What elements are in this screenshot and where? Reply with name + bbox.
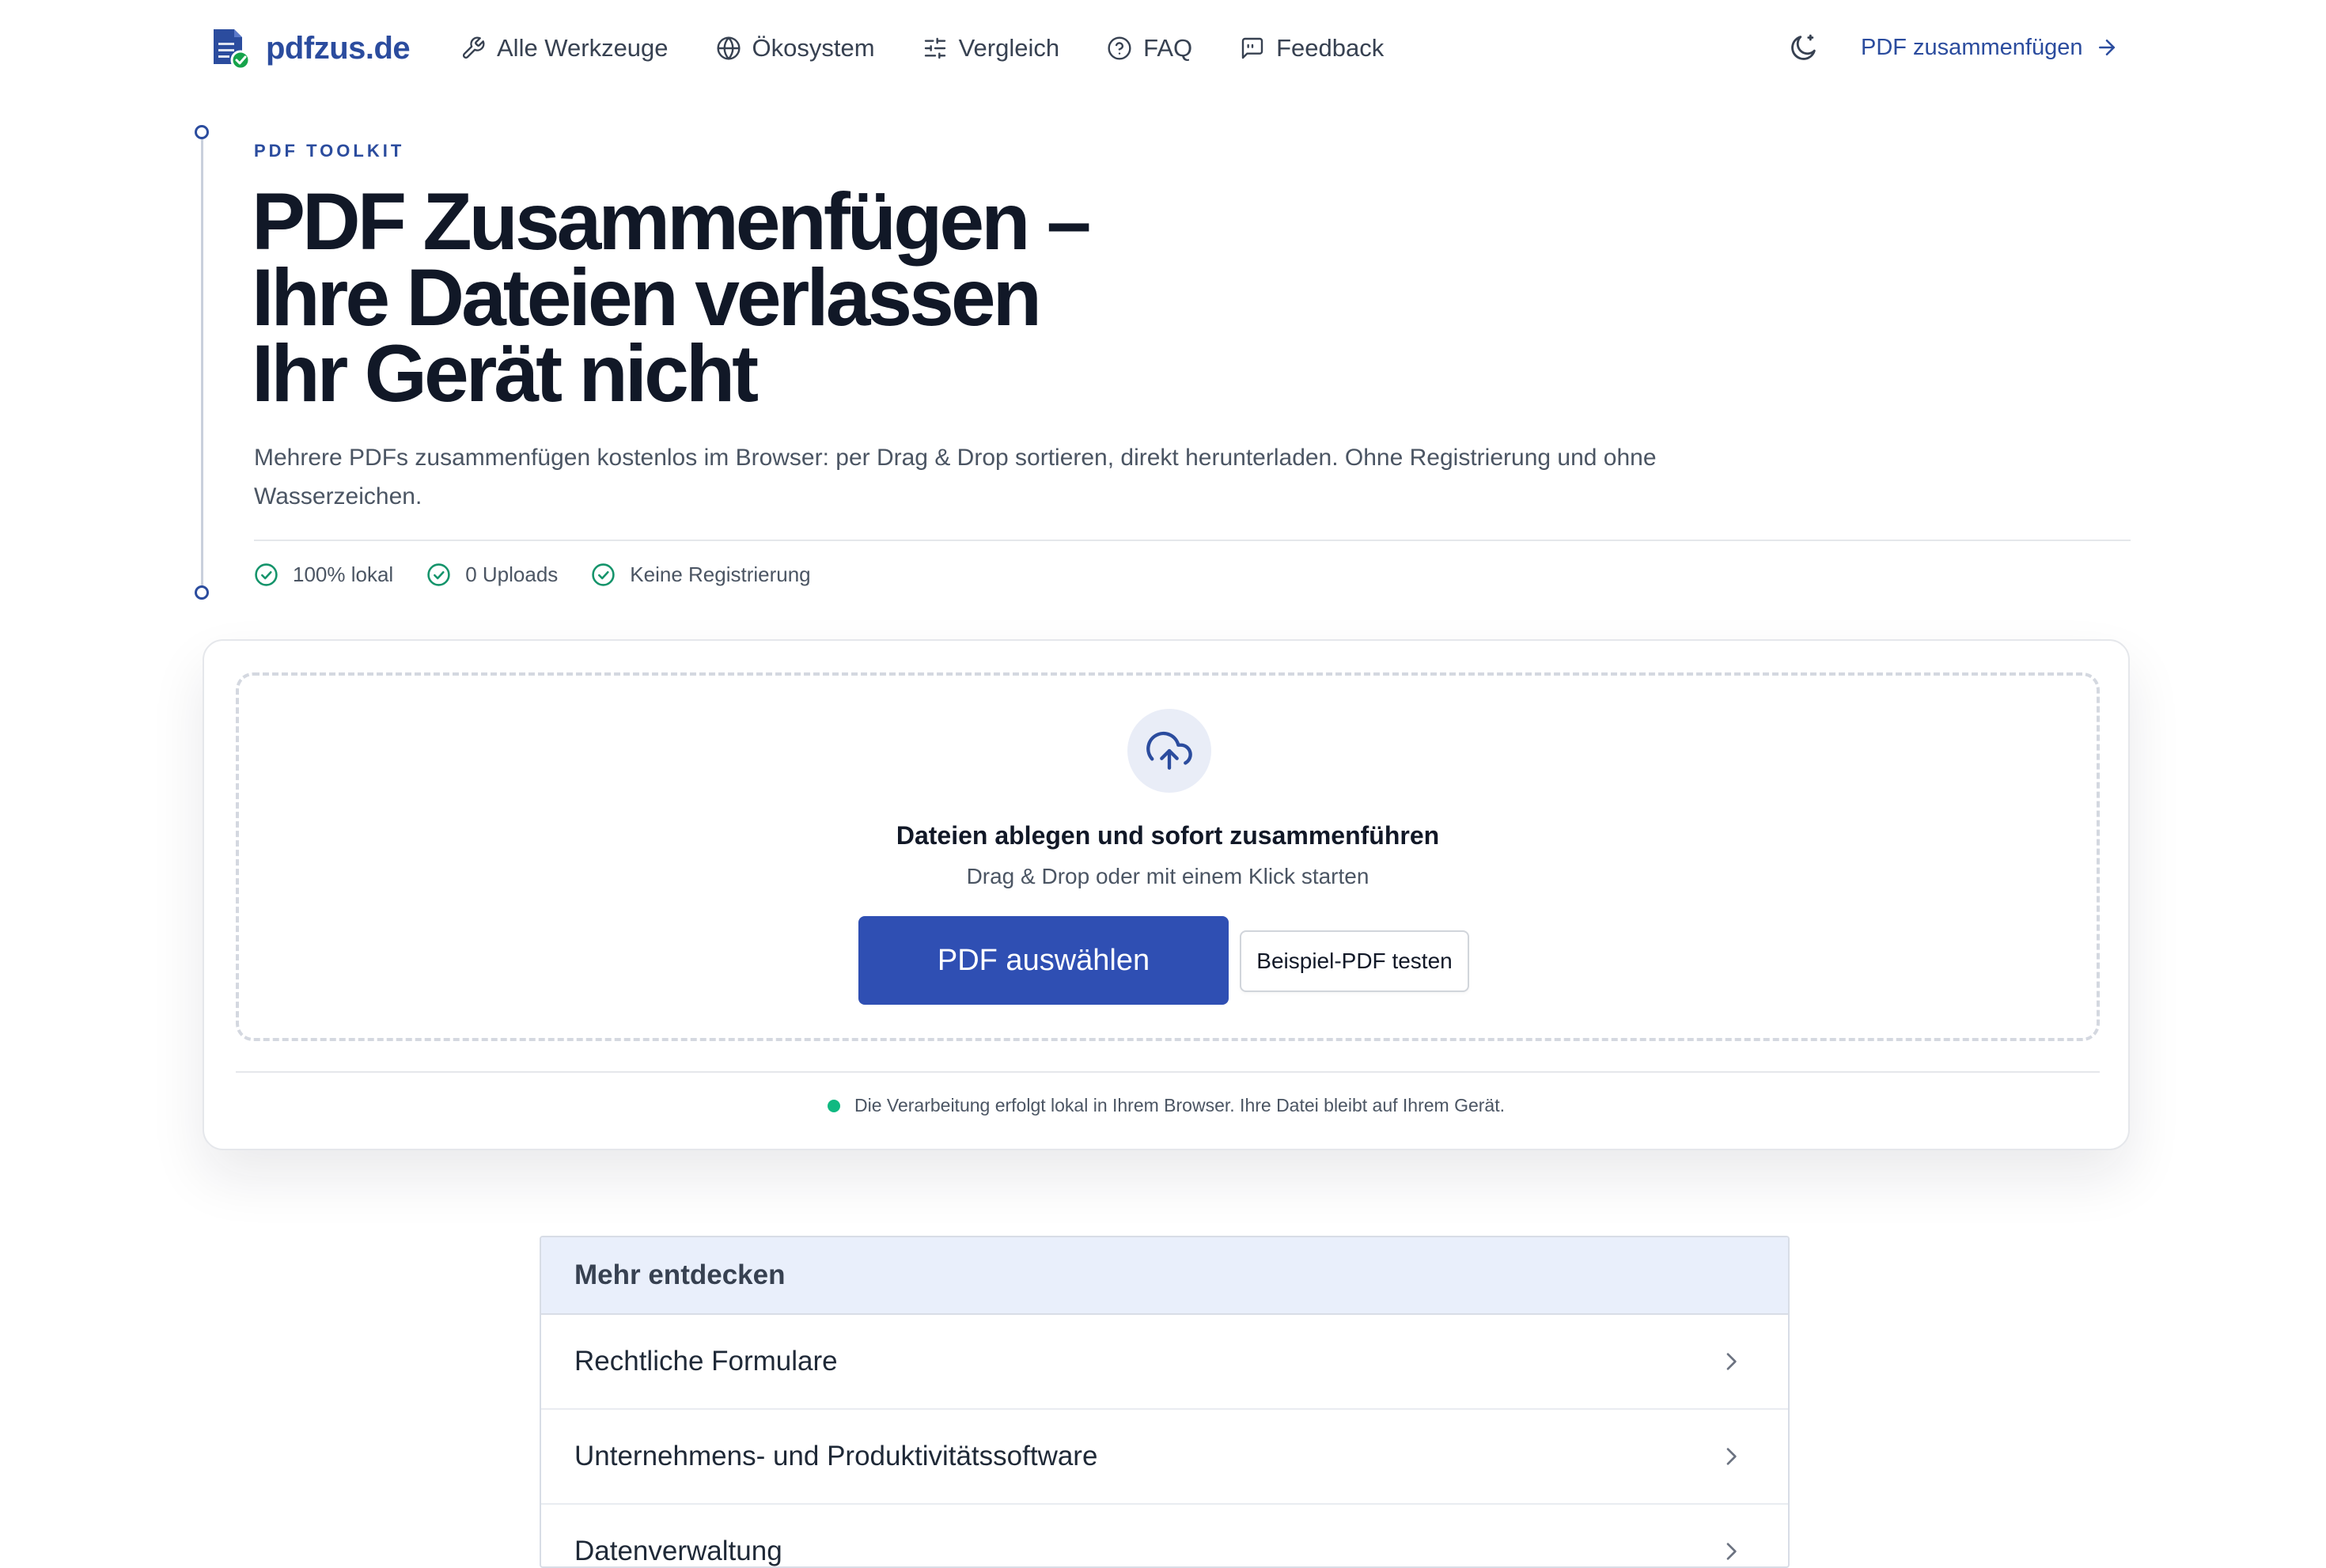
moon-icon: [1791, 34, 1816, 60]
question-circle-icon: [1108, 36, 1131, 60]
main-nav: Alle Werkzeuge Ökosystem Vergleich FAQ F…: [460, 30, 1431, 66]
nav-label: Feedback: [1276, 34, 1385, 62]
nav-item-oekosystem[interactable]: Ökosystem: [716, 30, 875, 66]
nav-item-faq[interactable]: FAQ: [1107, 30, 1192, 66]
discover-item[interactable]: Rechtliche Formulare: [541, 1315, 1788, 1410]
chevron-right-icon: [1726, 1353, 1737, 1370]
discover-panel: Mehr entdecken Rechtliche Formulare Unte…: [540, 1236, 1790, 1568]
sliders-icon: [924, 37, 945, 59]
hero-description: Mehrere PDFs zusammenfügen kostenlos im …: [254, 445, 1657, 509]
discover-item-label: Rechtliche Formulare: [574, 1346, 838, 1377]
arrow-right-icon: [2099, 40, 2116, 55]
page-title-line: Ihr Gerät nicht: [252, 328, 759, 419]
check-circle-icon: [427, 562, 450, 586]
status-dot-icon: [827, 1099, 840, 1112]
check-circle-icon: [255, 562, 278, 586]
badge-local: 100% lokal: [254, 562, 393, 587]
discover-header: Mehr entdecken: [541, 1237, 1788, 1315]
theme-toggle-button[interactable]: [1788, 32, 1820, 63]
discover-item[interactable]: Datenverwaltung: [541, 1505, 1788, 1566]
dropzone-subtitle: Drag & Drop oder mit einem Klick starten: [966, 864, 1369, 888]
chevron-right-icon: [1726, 1543, 1737, 1560]
message-square-icon: [1241, 37, 1263, 59]
page-title: PDF Zusammenfügen – Ihre Dateien verlass…: [252, 176, 1359, 419]
badge-label: 0 Uploads: [465, 562, 559, 586]
discover-title: Mehr entdecken: [574, 1259, 786, 1290]
page-title-line: PDF Zusammenfügen –: [252, 176, 1092, 267]
timeline-dot-bottom: [195, 585, 209, 600]
discover-item-label: Unternehmens- und Produktivitätssoftware: [574, 1441, 1098, 1471]
eyebrow-label: PDF TOOLKIT: [254, 141, 405, 161]
try-sample-pdf-button[interactable]: Beispiel-PDF testen: [1240, 930, 1469, 992]
nav-item-vergleich[interactable]: Vergleich: [922, 30, 1060, 66]
globe-icon: [716, 36, 741, 60]
cloud-upload-icon: [1146, 731, 1192, 770]
header-cta-label: PDF zusammenfügen: [1861, 34, 2083, 60]
nav-label: Ökosystem: [752, 34, 875, 62]
discover-item-label: Datenverwaltung: [574, 1536, 782, 1566]
dropzone-title: Dateien ablegen und sofort zusammenführe…: [896, 821, 1440, 850]
badge-registration: Keine Registrierung: [591, 562, 811, 587]
wrench-icon: [462, 36, 485, 59]
privacy-note: Die Verarbeitung erfolgt lokal in Ihrem …: [204, 1095, 2128, 1116]
card-divider: [236, 1071, 2100, 1073]
discover-item[interactable]: Unternehmens- und Produktivitätssoftware: [541, 1410, 1788, 1505]
nav-label: Vergleich: [958, 34, 1060, 62]
nav-label: Alle Werkzeuge: [497, 34, 669, 62]
badge-label: 100% lokal: [293, 562, 394, 586]
file-dropzone[interactable]: Dateien ablegen und sofort zusammenführe…: [236, 672, 2100, 1041]
site-header: pdfzus.de Alle Werkzeuge Ökosystem Vergl…: [0, 0, 2326, 97]
logo-text: pdfzus.de: [266, 30, 411, 66]
nav-label: FAQ: [1143, 34, 1193, 62]
select-pdf-button[interactable]: PDF auswählen: [858, 916, 1229, 1005]
upload-icon-badge: [1127, 709, 1211, 793]
logo[interactable]: pdfzus.de: [210, 27, 411, 70]
feature-badges: 100% lokal 0 Uploads Keine Registrierung: [254, 559, 844, 590]
privacy-note-text: Die Verarbeitung erfolgt lokal in Ihrem …: [854, 1095, 1505, 1115]
timeline-line: [201, 139, 203, 590]
header-cta-link[interactable]: PDF zusammenfügen: [1861, 32, 2119, 63]
timeline-dot-top: [195, 125, 209, 139]
chevron-right-icon: [1726, 1448, 1737, 1465]
check-circle-icon: [592, 562, 615, 586]
hero-divider: [254, 540, 2131, 541]
badge-label: Keine Registrierung: [630, 562, 811, 586]
badge-uploads: 0 Uploads: [426, 562, 558, 587]
upload-card: Dateien ablegen und sofort zusammenführe…: [203, 639, 2130, 1150]
page-title-line: Ihre Dateien verlassen: [252, 252, 1042, 343]
nav-item-feedback[interactable]: Feedback: [1240, 30, 1384, 66]
nav-item-alle-werkzeuge[interactable]: Alle Werkzeuge: [460, 30, 669, 66]
logo-document-icon: [210, 27, 250, 70]
